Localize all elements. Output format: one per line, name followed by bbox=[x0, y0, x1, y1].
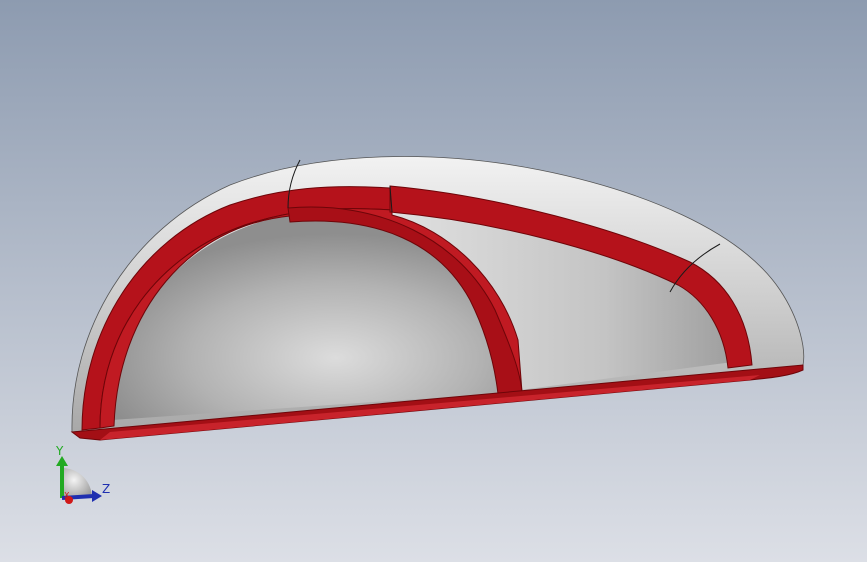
triad-y-label: Y bbox=[55, 444, 64, 458]
graphics-viewport[interactable]: Y Z X bbox=[0, 0, 867, 562]
triad-x-label: X bbox=[64, 491, 70, 500]
model-canvas[interactable]: Y Z X bbox=[0, 0, 867, 562]
triad-z-label: Z bbox=[102, 482, 110, 496]
